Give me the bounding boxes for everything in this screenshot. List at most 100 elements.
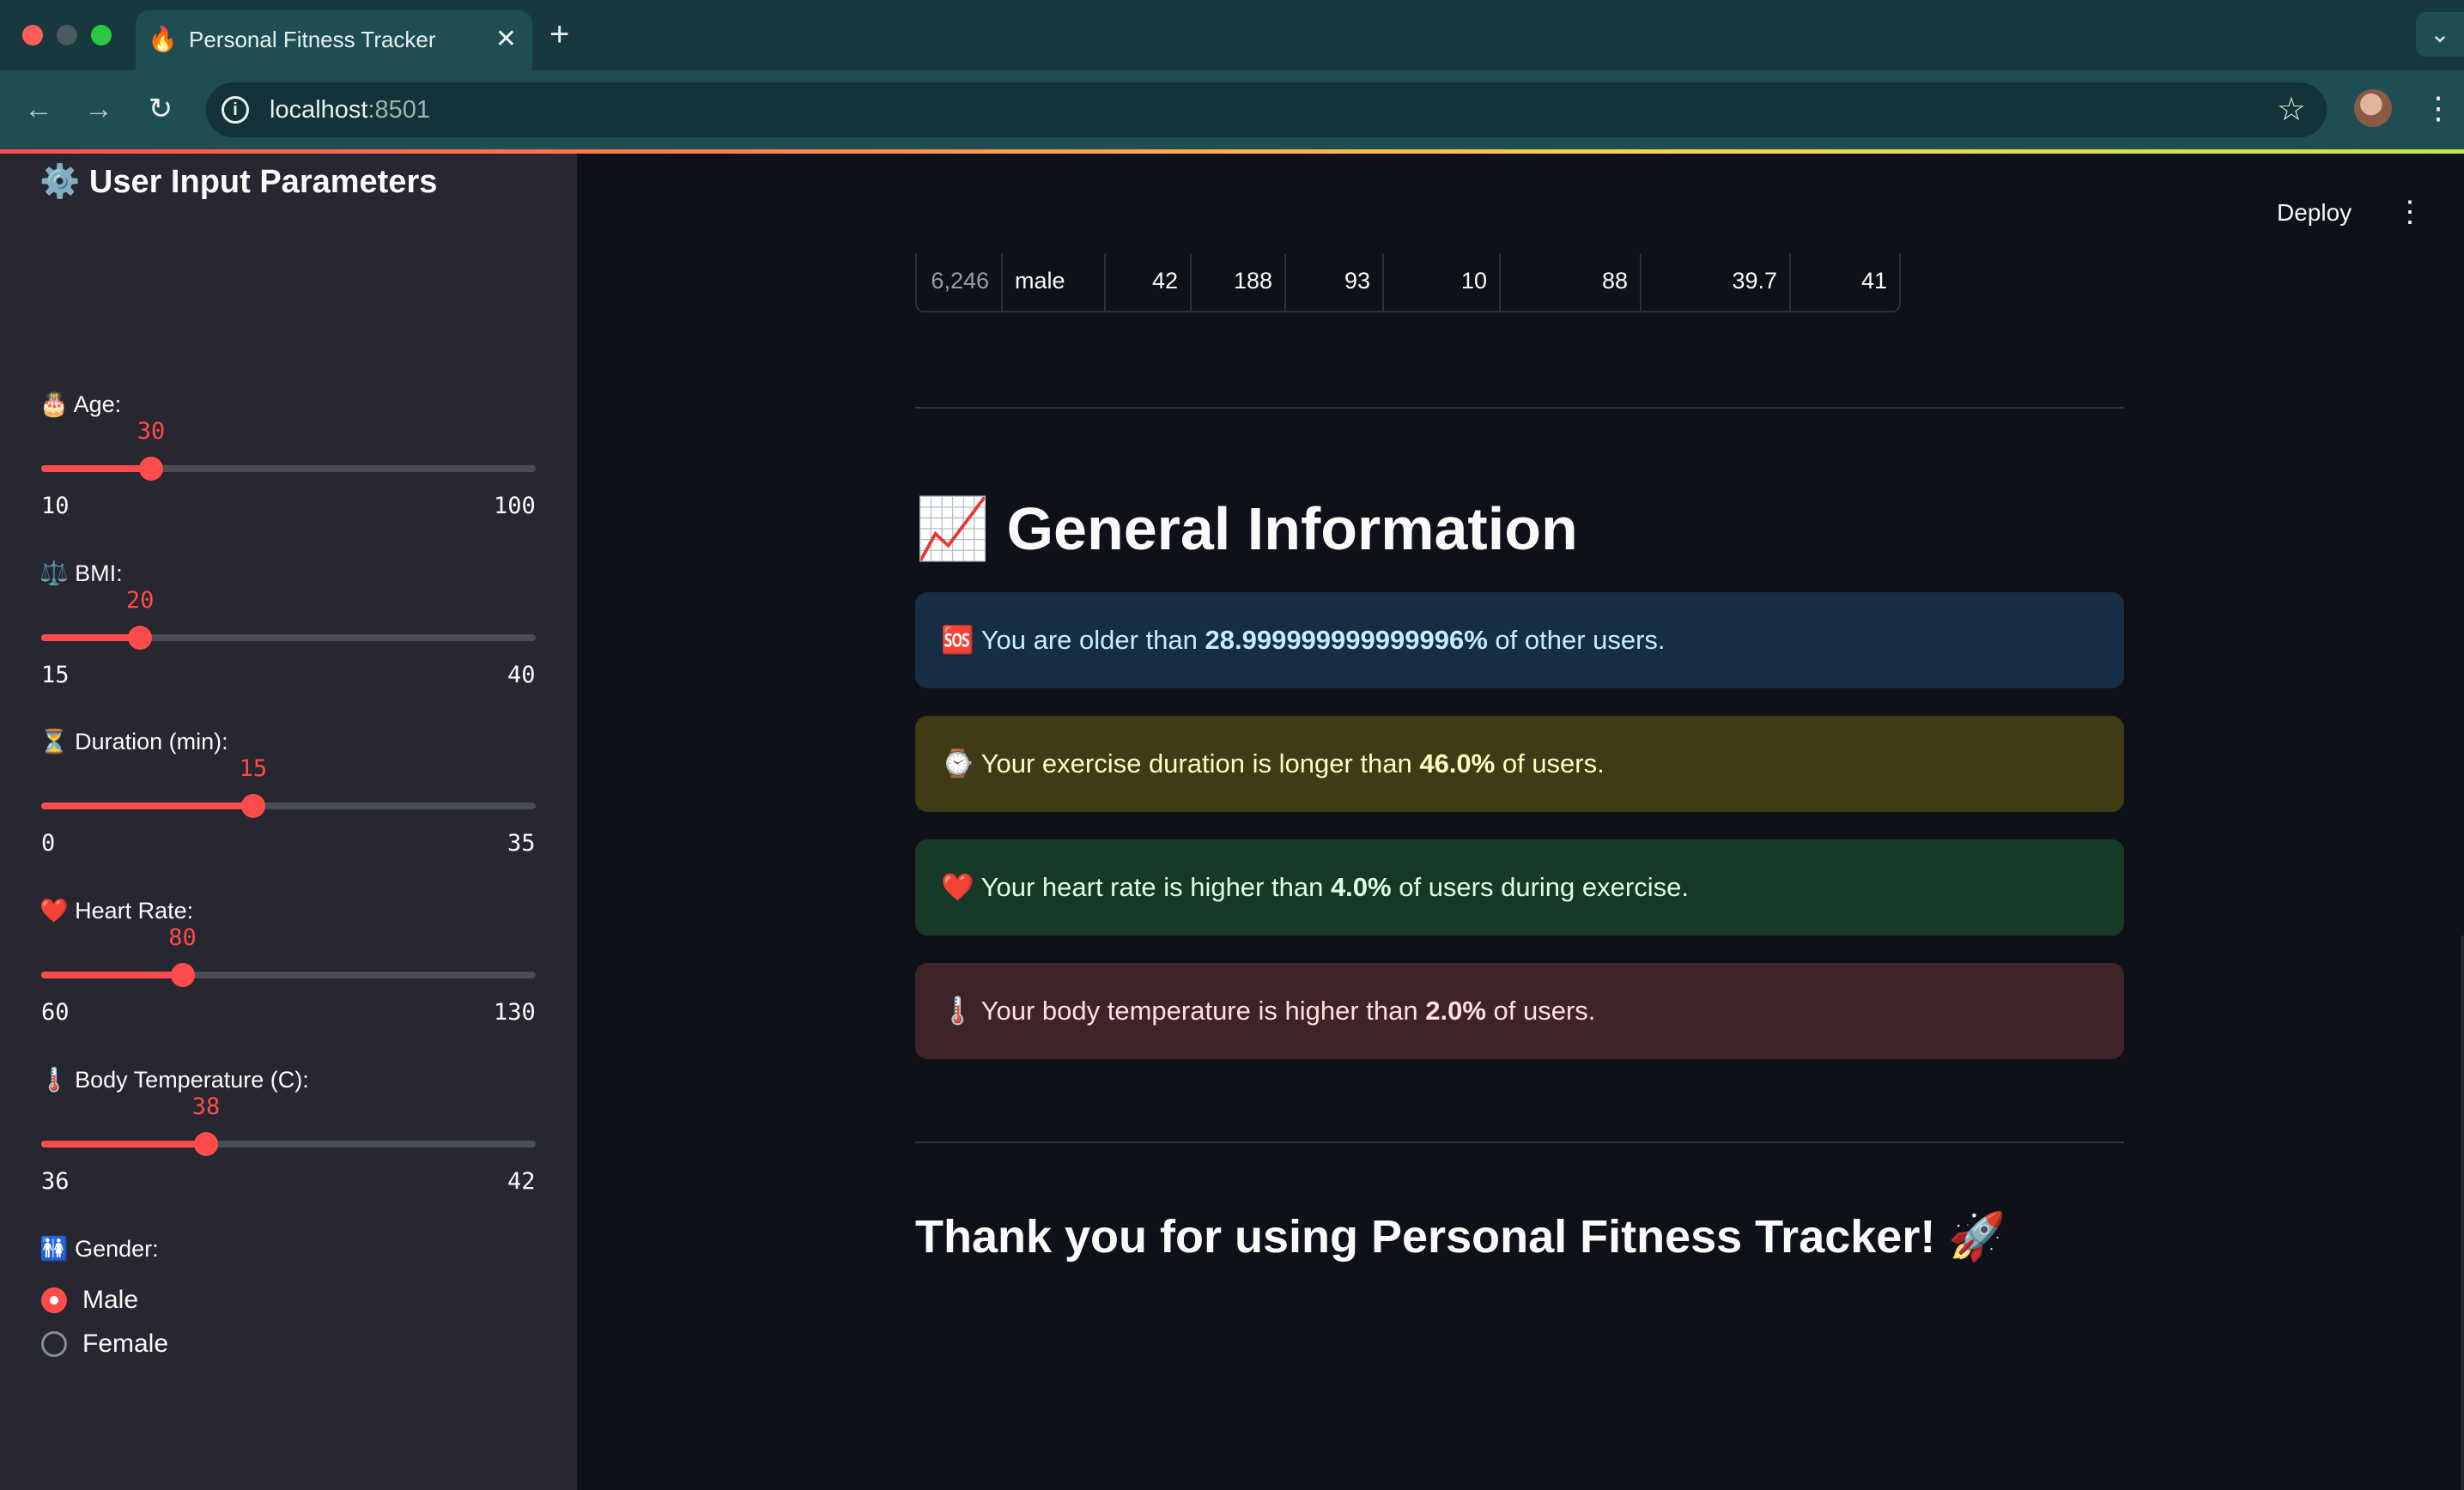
address-bar[interactable]: i localhost:8501 ☆ — [206, 82, 2327, 137]
alert-value: 4.0% — [1330, 872, 1392, 902]
body-temperature-label: 🌡️ Body Temperature (C): — [39, 1067, 309, 1093]
alert-prefix: 🌡️ Your body temperature is higher than — [941, 996, 1426, 1026]
fire-favicon-icon: 🔥 — [148, 26, 178, 52]
heart-rate-slider-fill — [41, 972, 183, 978]
duration-slider-value: 15 — [239, 755, 268, 782]
gender-option-label: Female — [82, 1329, 169, 1358]
alert-value: 2.0% — [1425, 996, 1486, 1026]
body-temperature-slider-min: 36 — [41, 1168, 70, 1195]
alert-text: ⌚ Your exercise duration is longer than … — [941, 747, 1605, 781]
body-temperature-slider[interactable]: 38 — [41, 1093, 536, 1156]
age-slider[interactable]: 30 — [41, 418, 536, 481]
divider — [915, 1142, 2124, 1143]
alert-value: 46.0% — [1419, 748, 1496, 778]
alert-warning-duration: ⌚ Your exercise duration is longer than … — [915, 716, 2124, 812]
browser-toolbar: ← → ↻ i localhost:8501 ☆ — [0, 70, 2464, 149]
sidebar-title: ⚙️ User Input Parameters — [39, 164, 438, 200]
site-info-icon[interactable]: i — [222, 96, 249, 124]
duration-slider[interactable]: 15 — [41, 755, 536, 818]
gender-label: 🚻 Gender: — [39, 1236, 159, 1262]
alert-text: 🌡️ Your body temperature is higher than … — [941, 994, 1595, 1028]
bookmark-star-icon[interactable]: ☆ — [2277, 91, 2306, 129]
heart-rate-slider-thumb[interactable] — [170, 963, 195, 987]
alert-prefix: ⌚ Your exercise duration is longer than — [941, 748, 1420, 778]
alert-success-heart-rate: ❤️ Your heart rate is higher than 4.0% o… — [915, 839, 2124, 936]
alert-suffix: of users. — [1495, 748, 1605, 778]
alert-value: 28.999999999999996% — [1205, 625, 1488, 655]
heart-rate-slider-max: 130 — [494, 999, 536, 1026]
alert-suffix: of other users. — [1487, 625, 1666, 655]
bmi-slider-fill — [41, 634, 141, 641]
main-menu-icon[interactable]: ⋮ — [2395, 192, 2425, 232]
bmi-slider-thumb[interactable] — [128, 626, 153, 650]
gender-option-label: Male — [82, 1286, 139, 1314]
alert-error-body-temperature: 🌡️ Your body temperature is higher than … — [915, 963, 2124, 1059]
heart-rate-slider[interactable]: 80 — [41, 924, 536, 987]
bmi-slider[interactable]: 20 — [41, 587, 536, 650]
url-port: :8501 — [367, 96, 431, 124]
alert-prefix: ❤️ Your heart rate is higher than — [941, 872, 1331, 902]
age-slider-value: 30 — [137, 418, 166, 445]
deploy-button[interactable]: Deploy — [2277, 194, 2352, 232]
bmi-slider-max: 40 — [507, 662, 536, 688]
heart-rate-label: ❤️ Heart Rate: — [39, 898, 194, 924]
browser-tab-active[interactable]: 🔥 Personal Fitness Tracker ✕ — [136, 10, 532, 70]
alert-text: ❤️ Your heart rate is higher than 4.0% o… — [941, 870, 1689, 905]
back-arrow-icon[interactable]: ← — [19, 89, 58, 129]
age-slider-fill — [41, 465, 151, 472]
browser-menu-icon[interactable]: ⋮ — [2423, 88, 2454, 129]
bmi-slider-min: 15 — [41, 662, 70, 688]
alert-suffix: of users. — [1485, 996, 1596, 1026]
age-label: 🎂 Age: — [39, 391, 122, 417]
duration-slider-thumb[interactable] — [240, 794, 265, 818]
body-temperature-slider-thumb[interactable] — [194, 1132, 218, 1156]
body-temperature-slider-fill — [41, 1141, 206, 1148]
scrollbar[interactable] — [2461, 936, 2464, 1490]
bmi-label: ⚖️ BMI: — [39, 560, 123, 586]
thank-you-heading: Thank you for using Personal Fitness Tra… — [915, 1211, 2006, 1263]
alert-info-age: 🆘 You are older than 28.999999999999996%… — [915, 592, 2124, 688]
bmi-slider-value: 20 — [125, 587, 155, 614]
table-cell: 93 — [1286, 254, 1384, 311]
window-minimize-button[interactable] — [57, 25, 77, 45]
new-tab-button[interactable]: + — [549, 15, 569, 53]
table-cell: male — [1003, 254, 1106, 311]
url-text[interactable]: localhost:8501 — [270, 94, 430, 125]
heart-rate-slider-min: 60 — [41, 999, 70, 1026]
browser-tab-bar: 🔥 Personal Fitness Tracker ✕ + ⌄ — [0, 0, 2464, 70]
forward-arrow-icon[interactable]: → — [79, 89, 118, 129]
table-cell-index: 6,246 — [917, 254, 1003, 311]
table-cell: 88 — [1501, 254, 1642, 311]
general-information-title: 📈 General Information — [915, 495, 1578, 562]
body-temperature-slider-value: 38 — [191, 1093, 221, 1120]
age-slider-min: 10 — [41, 493, 70, 519]
duration-slider-min: 0 — [41, 830, 56, 857]
heart-rate-slider-value: 80 — [168, 924, 197, 951]
duration-slider-max: 35 — [507, 830, 536, 857]
duration-slider-fill — [41, 803, 253, 809]
alert-suffix: of users during exercise. — [1391, 872, 1689, 902]
profile-avatar[interactable] — [2354, 89, 2392, 127]
table-cell: 188 — [1192, 254, 1286, 311]
body-temperature-slider-max: 42 — [507, 1168, 536, 1195]
window-maximize-button[interactable] — [91, 25, 112, 45]
table-cell: 10 — [1384, 254, 1501, 311]
radio-unchecked-icon[interactable] — [41, 1331, 67, 1357]
tab-title: Personal Fitness Tracker — [189, 27, 436, 52]
data-table: 6,246 male 42 188 93 10 88 39.7 41 — [915, 254, 1901, 312]
window-close-button[interactable] — [22, 25, 43, 45]
alert-text: 🆘 You are older than 28.999999999999996%… — [941, 623, 1666, 657]
table-cell: 41 — [1860, 268, 1887, 294]
duration-label: ⏳ Duration (min): — [39, 729, 228, 754]
reload-icon[interactable]: ↻ — [141, 89, 180, 129]
age-slider-thumb[interactable] — [139, 457, 163, 481]
radio-checked-icon[interactable] — [41, 1287, 67, 1313]
age-slider-max: 100 — [494, 493, 536, 519]
table-cell: 42 — [1106, 254, 1192, 311]
tab-search-chevron-icon[interactable]: ⌄ — [2416, 12, 2464, 57]
divider — [915, 407, 2124, 409]
url-host: localhost — [270, 96, 368, 124]
alert-prefix: 🆘 You are older than — [941, 625, 1205, 655]
table-cell: 39.7 — [1642, 254, 1791, 311]
tab-close-icon[interactable]: ✕ — [495, 22, 517, 57]
